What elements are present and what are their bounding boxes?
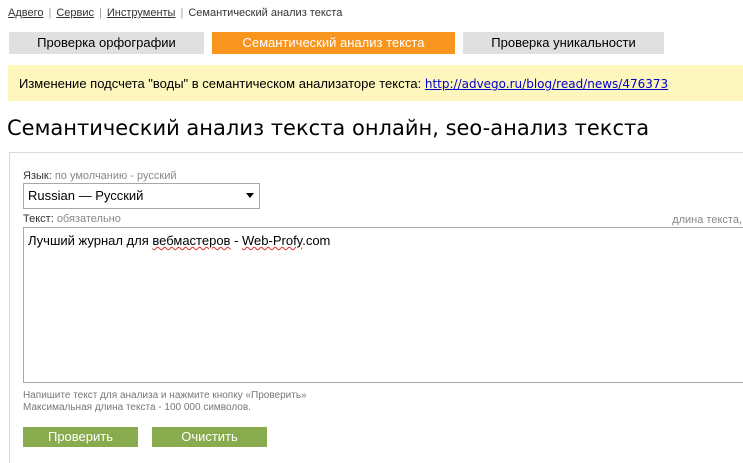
breadcrumb-separator: | (48, 7, 52, 19)
breadcrumb-current: Семантический анализ текста (188, 7, 343, 19)
text-length-label: длина текста, (672, 214, 742, 226)
page-title: Семантический анализ текста онлайн, seo-… (7, 116, 650, 140)
language-label-text: Язык: (23, 170, 52, 182)
text-input-value: Лучший журнал для вебмастеров - Web-Prof… (28, 233, 330, 248)
text-label: Текст: обязательно (23, 213, 121, 225)
notice-message: Изменение подсчета "воды" в семантическо… (19, 76, 425, 91)
tab-semantic-analysis[interactable]: Семантический анализ текста (212, 32, 455, 54)
breadcrumb-tools[interactable]: Инструменты (107, 7, 176, 19)
language-select[interactable]: Russian — Русский (23, 183, 260, 209)
help-line-max-length: Максимальная длина текста - 100 000 симв… (23, 402, 251, 413)
help-line-instructions: Напишите текст для анализа и нажмите кно… (23, 390, 307, 401)
misspelled-word: Web-Profy (242, 233, 303, 248)
language-hint: по умолчанию - русский (54, 170, 177, 182)
chevron-down-icon (246, 193, 254, 198)
breadcrumb-separator: | (180, 7, 184, 19)
breadcrumb-separator: | (99, 7, 102, 19)
tab-uniqueness-check[interactable]: Проверка уникальности (463, 32, 664, 54)
breadcrumb: Адвего | Сервис | Инструменты | Семантический … (8, 7, 342, 19)
text-required-hint: обязательно (56, 213, 121, 225)
text-segment: Лучший журнал для (28, 233, 153, 248)
breadcrumb-advego[interactable]: Адвего (8, 7, 43, 19)
misspelled-word: вебмастеров (152, 233, 231, 248)
tab-spell-check[interactable]: Проверка орфографии (9, 32, 204, 54)
text-segment: .com (302, 233, 331, 248)
notice-banner: Изменение подсчета "воды" в семантическо… (8, 65, 743, 101)
text-segment: - (230, 233, 243, 248)
breadcrumb-service[interactable]: Сервис (56, 7, 94, 19)
check-button[interactable]: Проверить (23, 427, 138, 447)
clear-button[interactable]: Очистить (152, 427, 267, 447)
notice-text: Изменение подсчета "воды" в семантическо… (19, 76, 668, 91)
language-label: Язык: по умолчанию - русский (23, 170, 177, 182)
help-text: Напишите текст для анализа и нажмите кно… (23, 390, 307, 414)
language-select-value: Russian — Русский (28, 188, 144, 203)
text-input[interactable]: Лучший журнал для вебмастеров - Web-Prof… (23, 227, 743, 383)
text-label-text: Текст: (23, 213, 54, 225)
notice-link[interactable]: http://advego.ru/blog/read/news/476373 (425, 77, 668, 91)
